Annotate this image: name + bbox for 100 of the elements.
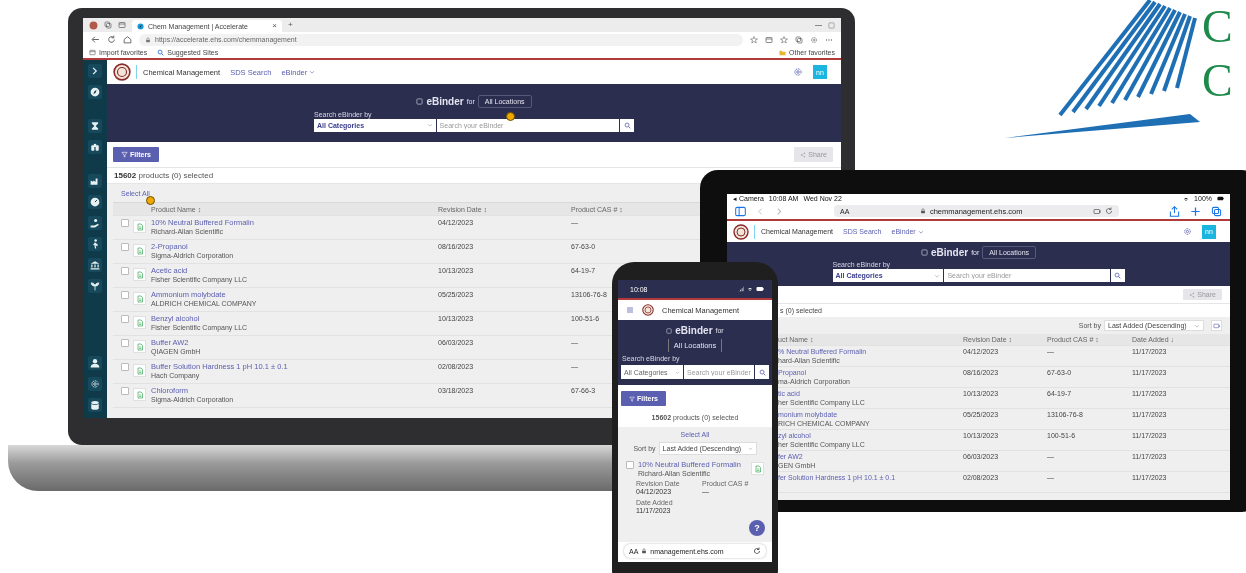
document-icon [135,318,144,327]
sds-document-button[interactable] [133,340,146,353]
caret-icon [747,446,753,451]
sds-document-button[interactable] [133,268,146,281]
new-tab-icon[interactable] [1190,205,1201,217]
signal-icon [738,286,744,292]
row-checkbox[interactable] [121,387,129,395]
sidebar-icon[interactable] [735,205,746,217]
marker-dot [146,196,155,205]
banner-title: eBinder [675,325,713,336]
forward-icon[interactable] [775,206,784,216]
import-icon [89,49,96,56]
document-icon [135,342,144,351]
user-icon[interactable] [88,356,102,370]
sds-document-button[interactable] [133,388,146,401]
search-icon [623,121,631,129]
binder-icon [666,327,673,334]
sds-document-button[interactable] [133,292,146,305]
star-icon[interactable] [750,35,758,44]
sds-document-button[interactable] [133,244,146,257]
back-icon[interactable] [91,35,100,44]
refresh-icon[interactable] [107,35,116,44]
factory-icon[interactable] [88,174,102,188]
caret-icon [426,122,433,128]
battery-icon [1217,195,1224,202]
new-tab-button[interactable]: + [288,21,293,29]
document-icon [135,390,144,399]
tabs-icon[interactable] [765,35,773,44]
caret-icon [675,369,680,375]
row-checkbox[interactable] [626,461,634,469]
share-icon [800,151,807,158]
lock-icon [641,548,648,554]
star-icon[interactable] [780,35,788,44]
search-icon [1114,272,1121,279]
logo-letter: C [1202,0,1233,54]
tab-close-button[interactable]: × [272,22,277,30]
document-icon [135,294,144,303]
expand-icon[interactable] [88,64,102,78]
caret-icon [917,228,924,235]
marker-dot [506,112,515,121]
sds-document-button[interactable] [133,364,146,377]
banner-title: eBinder [930,247,969,258]
maximize-icon[interactable] [828,21,835,29]
settings-icon[interactable] [88,377,102,391]
bank-icon[interactable] [88,258,102,272]
lock-icon [919,208,926,214]
upload-icon[interactable] [1169,205,1180,217]
folder-icon [779,49,787,56]
banner-title: eBinder [426,95,464,107]
search-button[interactable] [620,118,634,132]
settings-icon[interactable] [1183,227,1192,236]
row-checkbox[interactable] [121,219,129,227]
plant-icon[interactable] [88,279,102,293]
row-checkbox[interactable] [121,363,129,371]
row-checkbox[interactable] [121,243,129,251]
search-icon [758,368,766,376]
funnel-icon [629,395,635,402]
site-icon [137,22,144,30]
gauge-icon[interactable] [88,195,102,209]
row-checkbox[interactable] [121,291,129,299]
home-icon[interactable] [123,35,132,44]
hand-icon[interactable] [88,216,102,230]
lock-icon [145,36,151,43]
crest-logo-icon [642,304,654,316]
reload-icon[interactable] [1105,207,1113,215]
row-checkbox[interactable] [121,315,129,323]
profile-avatar-icon [89,20,98,30]
binder-icon [416,97,424,105]
caret-icon [1194,322,1200,329]
search-button[interactable] [1110,269,1125,282]
tab-actions-icon[interactable] [118,21,126,29]
document-icon [135,366,144,375]
minimize-icon[interactable] [815,24,822,26]
document-icon [753,464,762,473]
document-icon [135,270,144,279]
crest-logo-icon [733,223,749,240]
extensions-icon[interactable] [810,35,818,44]
hourglass-icon[interactable] [88,119,102,133]
settings-icon[interactable] [793,67,803,77]
sds-document-button[interactable] [133,220,146,233]
funnel-icon [121,151,128,158]
document-icon [135,246,144,255]
tabs-icon[interactable] [1211,205,1222,217]
document-icon [135,222,144,231]
caret-icon [309,69,316,75]
compass-icon[interactable] [88,85,102,99]
reload-icon[interactable] [753,547,761,555]
database-icon[interactable] [88,398,102,412]
search-icon [157,49,165,56]
battery-icon [756,285,764,293]
caret-icon [934,272,941,279]
logo-letter: C [1202,54,1233,108]
sds-document-button[interactable] [133,316,146,329]
camera-icon [1093,207,1101,215]
crest-logo-icon [113,63,131,81]
sds-document-button[interactable] [751,462,764,475]
binder-icon [920,249,928,256]
row-checkbox[interactable] [121,339,129,347]
walking-person-icon[interactable] [88,237,102,251]
row-checkbox[interactable] [121,267,129,275]
